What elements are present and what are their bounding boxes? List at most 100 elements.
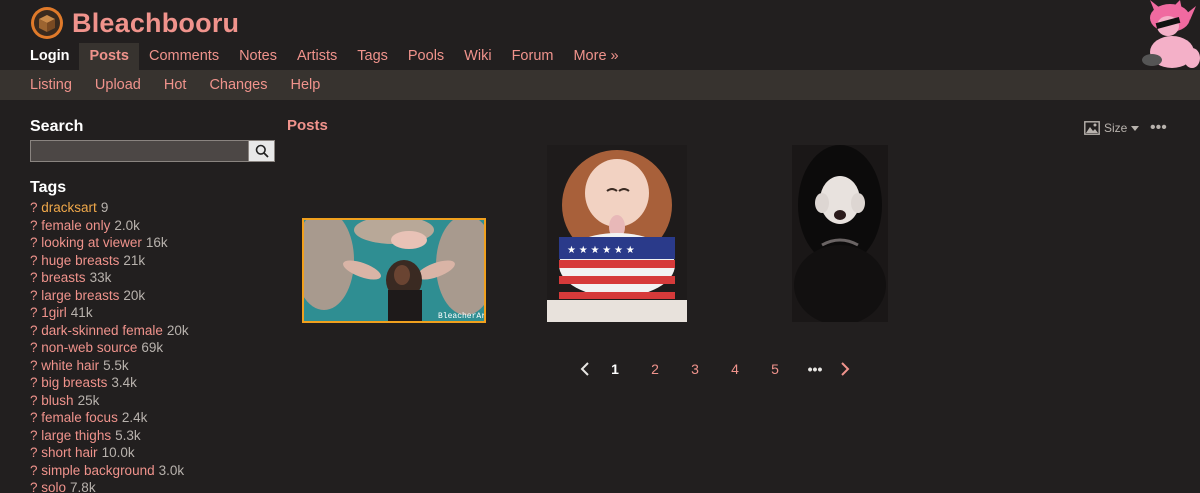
- tag-row: ? large thighs 5.3k: [30, 427, 280, 445]
- nav-forum[interactable]: Forum: [502, 43, 564, 70]
- post-thumbnail[interactable]: ★ ★ ★ ★ ★ ★: [547, 145, 687, 322]
- tag-post-count: 25k: [77, 392, 100, 408]
- tag-wiki-link[interactable]: ?: [30, 218, 38, 233]
- tag-wiki-link[interactable]: ?: [30, 200, 38, 215]
- page-2[interactable]: 2: [635, 361, 675, 377]
- tag-link[interactable]: solo: [41, 480, 66, 493]
- nav-posts[interactable]: Posts: [79, 43, 139, 70]
- subnav-hot[interactable]: Hot: [154, 70, 197, 100]
- more-options-button[interactable]: •••: [1150, 120, 1167, 136]
- tag-link[interactable]: female focus: [41, 410, 118, 425]
- subnav-help[interactable]: Help: [281, 70, 331, 100]
- post-thumbnail[interactable]: [792, 145, 888, 322]
- chevron-left-icon: [580, 362, 589, 376]
- tag-row: ? breasts 33k: [30, 269, 280, 287]
- nav-comments[interactable]: Comments: [139, 43, 229, 70]
- nav-notes[interactable]: Notes: [229, 43, 287, 70]
- tag-link[interactable]: huge breasts: [41, 253, 119, 268]
- tag-row: ? blush 25k: [30, 392, 280, 410]
- post-thumbnail-image: [792, 145, 888, 322]
- caret-down-icon: [1131, 126, 1140, 131]
- tag-wiki-link[interactable]: ?: [30, 323, 38, 338]
- search-button[interactable]: [248, 140, 275, 162]
- svg-text:★ ★ ★ ★ ★ ★: ★ ★ ★ ★ ★ ★: [567, 245, 635, 256]
- tag-post-count: 21k: [123, 252, 146, 268]
- page-5[interactable]: 5: [755, 361, 795, 377]
- page-ellipsis: •••: [807, 361, 823, 377]
- tag-wiki-link[interactable]: ?: [30, 288, 38, 303]
- tag-post-count: 3.0k: [158, 462, 185, 478]
- page-3[interactable]: 3: [675, 361, 715, 377]
- subnav-upload[interactable]: Upload: [85, 70, 151, 100]
- tag-link[interactable]: non-web source: [41, 340, 137, 355]
- nav-wiki[interactable]: Wiki: [454, 43, 501, 70]
- tag-wiki-link[interactable]: ?: [30, 358, 38, 373]
- tag-row: ? non-web source 69k: [30, 339, 280, 357]
- tag-post-count: 41k: [70, 305, 93, 320]
- post-thumbnail[interactable]: BleacherArt: [302, 218, 486, 323]
- nav-more[interactable]: More »: [563, 43, 628, 70]
- logo-box-icon: [31, 7, 63, 39]
- nav-artists[interactable]: Artists: [287, 43, 347, 70]
- tag-wiki-link[interactable]: ?: [30, 428, 38, 443]
- tag-wiki-link[interactable]: ?: [30, 445, 38, 460]
- sub-nav: Listing Upload Hot Changes Help: [0, 70, 1200, 100]
- tag-wiki-link[interactable]: ?: [30, 410, 38, 425]
- tag-row: ? dark-skinned female 20k: [30, 322, 280, 340]
- prev-page-button[interactable]: [575, 362, 595, 376]
- tag-row: ? short hair 10.0k: [30, 444, 280, 462]
- tag-post-count: 33k: [89, 270, 112, 285]
- subnav-listing[interactable]: Listing: [20, 70, 82, 100]
- tag-link[interactable]: dark-skinned female: [41, 323, 163, 338]
- nav-login[interactable]: Login: [20, 43, 79, 70]
- tag-wiki-link[interactable]: ?: [30, 340, 38, 355]
- tag-link[interactable]: short hair: [41, 445, 97, 460]
- next-page-button[interactable]: [835, 362, 855, 376]
- tag-post-count: 69k: [141, 340, 164, 355]
- tag-link[interactable]: female only: [41, 218, 110, 233]
- tag-row: ? looking at viewer 16k: [30, 234, 280, 252]
- tag-post-count: 20k: [166, 322, 189, 338]
- tag-link[interactable]: blush: [41, 393, 73, 408]
- paginator: 1 2 3 4 5 •••: [575, 358, 855, 380]
- site-logo[interactable]: Bleachbooru: [30, 6, 239, 40]
- search-input[interactable]: [30, 140, 248, 162]
- tag-post-count: 5.3k: [115, 427, 141, 443]
- tag-row: ? female only 2.0k: [30, 217, 280, 235]
- chevron-right-icon: [841, 362, 850, 376]
- tag-link[interactable]: large breasts: [41, 288, 119, 303]
- tag-link[interactable]: breasts: [41, 270, 85, 285]
- tag-link[interactable]: simple background: [41, 463, 154, 478]
- tag-wiki-link[interactable]: ?: [30, 393, 38, 408]
- tag-wiki-link[interactable]: ?: [30, 480, 38, 493]
- tag-wiki-link[interactable]: ?: [30, 235, 38, 250]
- tag-link[interactable]: white hair: [41, 358, 99, 373]
- page-4[interactable]: 4: [715, 361, 755, 377]
- nav-tags[interactable]: Tags: [347, 43, 398, 70]
- main-nav: Login Posts Comments Notes Artists Tags …: [20, 43, 629, 70]
- tag-link[interactable]: 1girl: [41, 305, 67, 320]
- tag-row: ? 1girl 41k: [30, 304, 280, 322]
- subnav-changes[interactable]: Changes: [199, 70, 277, 100]
- image-icon: [1084, 121, 1100, 135]
- tag-wiki-link[interactable]: ?: [30, 375, 38, 390]
- tag-wiki-link[interactable]: ?: [30, 270, 38, 285]
- tag-wiki-link[interactable]: ?: [30, 305, 38, 320]
- post-thumbnail-image: BleacherArt: [304, 220, 484, 321]
- size-dropdown[interactable]: Size: [1084, 121, 1140, 135]
- tags-heading: Tags: [30, 179, 67, 196]
- tag-row: ? large breasts 20k: [30, 287, 280, 305]
- nav-pools[interactable]: Pools: [398, 43, 454, 70]
- tag-row: ? big breasts 3.4k: [30, 374, 280, 392]
- thumbnail-watermark: BleacherArt: [438, 312, 484, 321]
- tag-link[interactable]: large thighs: [41, 428, 111, 443]
- mascot-image: [1122, 0, 1200, 70]
- tag-wiki-link[interactable]: ?: [30, 463, 38, 478]
- tag-wiki-link[interactable]: ?: [30, 253, 38, 268]
- tag-post-count: 5.5k: [103, 357, 129, 373]
- tag-link[interactable]: dracksart: [41, 200, 97, 215]
- tag-link[interactable]: looking at viewer: [41, 235, 142, 250]
- posts-heading: Posts: [287, 117, 328, 134]
- tag-link[interactable]: big breasts: [41, 375, 107, 390]
- tag-post-count: 9: [100, 200, 109, 215]
